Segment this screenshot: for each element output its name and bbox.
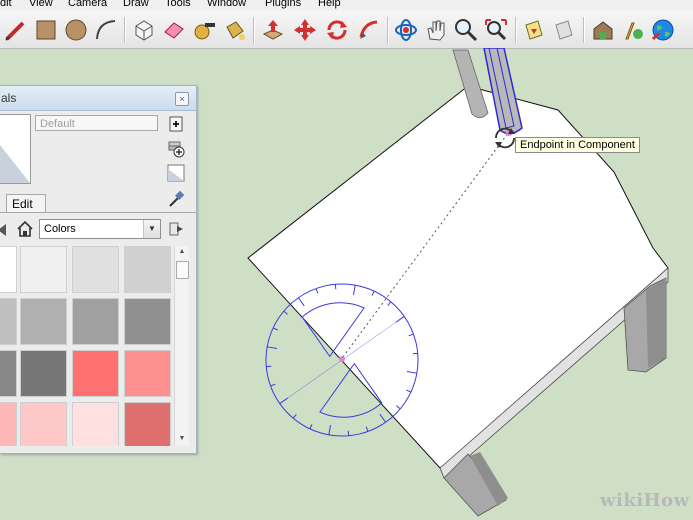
- material-swatch[interactable]: [72, 402, 119, 446]
- material-swatch[interactable]: [0, 298, 17, 345]
- menu-bar: dit View Camera Draw Tools Window Plugin…: [0, 0, 693, 11]
- menu-item-tools[interactable]: Tools: [165, 0, 191, 9]
- back-arrow-icon[interactable]: [0, 221, 12, 239]
- rectangle-icon[interactable]: [33, 17, 59, 43]
- material-swatch[interactable]: [124, 298, 171, 345]
- inference-tooltip: Endpoint in Component: [515, 137, 640, 153]
- pencil-icon[interactable]: [3, 17, 29, 43]
- material-swatch[interactable]: [124, 246, 171, 293]
- tape-measure-icon[interactable]: [191, 17, 217, 43]
- menu-item-camera[interactable]: Camera: [68, 0, 107, 9]
- menu-item-window[interactable]: Window: [207, 0, 246, 9]
- tab-edit[interactable]: Edit: [6, 194, 46, 212]
- home-icon[interactable]: [16, 220, 34, 238]
- protractor-center-point: [339, 356, 345, 362]
- table-leg-right-face: [646, 278, 666, 368]
- materials-title: als: [1, 91, 17, 105]
- make-component-icon[interactable]: [131, 17, 157, 43]
- material-swatch[interactable]: [20, 298, 67, 345]
- menu-item-view[interactable]: View: [29, 0, 53, 9]
- protractor-tick: [267, 346, 278, 350]
- material-swatch[interactable]: [20, 246, 67, 293]
- sample-paint-icon[interactable]: [167, 190, 185, 208]
- section-icon[interactable]: [521, 17, 547, 43]
- toolbar-separator: [387, 17, 389, 43]
- share-icon[interactable]: [620, 17, 646, 43]
- protractor-tick: [379, 413, 387, 423]
- materials-title-bar[interactable]: als ×: [0, 86, 196, 111]
- scroll-thumb[interactable]: [176, 261, 189, 279]
- material-name-input[interactable]: Default: [35, 115, 158, 131]
- chevron-down-icon[interactable]: ▼: [143, 220, 160, 238]
- push-pull-icon[interactable]: [260, 17, 286, 43]
- material-preview: [0, 114, 31, 184]
- material-swatch[interactable]: [0, 402, 17, 446]
- paint-bucket-icon[interactable]: [221, 17, 247, 43]
- add-to-model-icon[interactable]: [167, 140, 185, 158]
- display-section-icon[interactable]: [551, 17, 577, 43]
- pan-icon[interactable]: [423, 17, 449, 43]
- protractor-tick: [292, 414, 297, 419]
- create-material-icon[interactable]: [167, 115, 185, 133]
- swatch-scrollbar[interactable]: ▲ ▼: [174, 246, 189, 445]
- rotate-icon[interactable]: [324, 17, 350, 43]
- collection-select[interactable]: Colors ▼: [39, 219, 161, 239]
- move-icon[interactable]: [292, 17, 318, 43]
- material-swatch-icon[interactable]: [167, 164, 185, 182]
- scroll-down-icon[interactable]: ▼: [175, 433, 189, 445]
- arc-icon[interactable]: [93, 17, 119, 43]
- collection-value: Colors: [44, 223, 76, 235]
- zoom-icon[interactable]: [453, 17, 479, 43]
- toolbar-separator: [583, 17, 585, 43]
- orbit-icon[interactable]: [393, 17, 419, 43]
- material-swatch[interactable]: [72, 350, 119, 397]
- tab-divider: [0, 212, 196, 213]
- protractor-tick: [283, 310, 288, 315]
- protractor-tick: [266, 365, 272, 368]
- details-arrow-icon[interactable]: [167, 220, 185, 238]
- material-swatch[interactable]: [124, 402, 171, 446]
- material-swatch[interactable]: [124, 350, 171, 397]
- scroll-up-icon[interactable]: ▲: [175, 246, 189, 258]
- protractor-tick: [347, 430, 350, 436]
- circle-icon[interactable]: [63, 17, 89, 43]
- close-icon[interactable]: ×: [175, 92, 189, 106]
- material-swatch[interactable]: [20, 402, 67, 446]
- menu-item-draw[interactable]: Draw: [123, 0, 149, 9]
- follow-me-icon[interactable]: [356, 17, 382, 43]
- material-swatch[interactable]: [20, 350, 67, 397]
- toolbar-separator: [515, 17, 517, 43]
- main-toolbar: [0, 11, 693, 49]
- zoom-extents-icon[interactable]: [483, 17, 509, 43]
- material-swatch[interactable]: [72, 298, 119, 345]
- materials-panel: als × Default Edit Colors ▼ ▲ ▼: [0, 85, 197, 454]
- warehouse-icon[interactable]: [590, 17, 616, 43]
- menu-item-help[interactable]: Help: [318, 0, 341, 9]
- material-swatch[interactable]: [72, 246, 119, 293]
- material-swatch-grid: [0, 246, 172, 446]
- material-swatch[interactable]: [0, 246, 17, 293]
- watermark: wikiHow: [600, 490, 690, 511]
- toolbar-separator: [253, 17, 255, 43]
- toolbar-separator: [124, 17, 126, 43]
- protractor-tick: [328, 424, 332, 435]
- earth-icon[interactable]: [650, 17, 676, 43]
- material-swatch[interactable]: [0, 350, 17, 397]
- menu-item-plugins[interactable]: Plugins: [265, 0, 301, 9]
- menu-item-edit[interactable]: dit: [0, 0, 12, 9]
- eraser-icon[interactable]: [161, 17, 187, 43]
